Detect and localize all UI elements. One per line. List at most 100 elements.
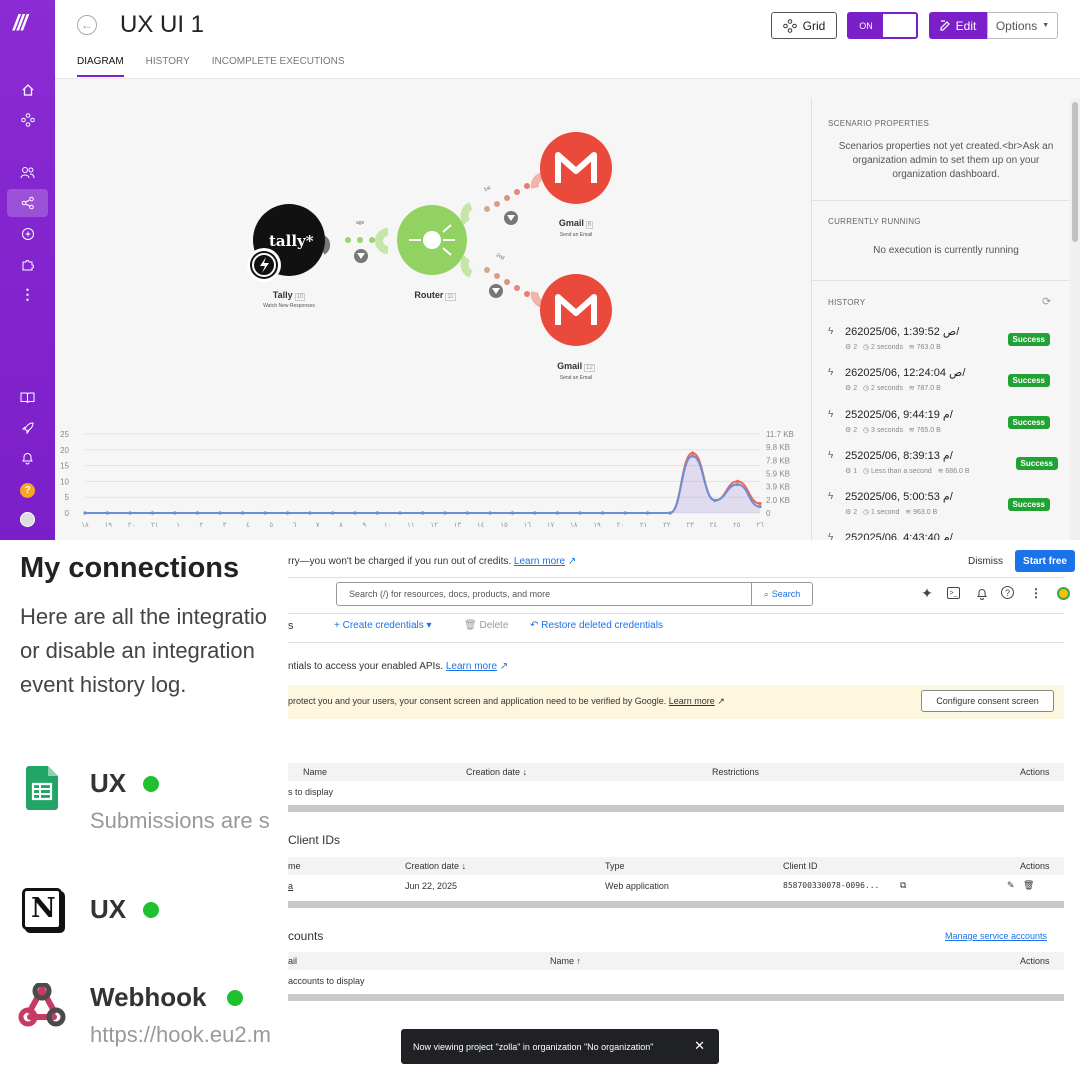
column-header-restrictions[interactable]: Restrictions: [712, 767, 759, 777]
chart-x-tick-label: ١٨: [570, 521, 578, 529]
copy-icon[interactable]: ⧉: [900, 880, 906, 891]
history-row[interactable]: ϟ 25م 9:44:19 ,2025/06/ ⚙ 2 ◷ 3 seconds …: [828, 408, 1060, 448]
notion-icon: N: [22, 888, 62, 930]
bell-icon[interactable]: [7, 444, 48, 472]
trigger-icon: ϟ: [828, 367, 834, 378]
panel-scrollbar[interactable]: [1070, 98, 1080, 540]
history-row[interactable]: ϟ 25م 5:00:53 ,2025/06/ ⚙ 2 ◷ 1 second ≋…: [828, 490, 1060, 530]
history-date: 26ص 12:24:04 ,2025/06/: [845, 367, 966, 379]
table-horizontal-scrollbar[interactable]: [288, 994, 1064, 1001]
scenarios-icon[interactable]: [7, 106, 48, 134]
column-header-creation-date[interactable]: Creation date ↓: [405, 861, 466, 871]
chart-point: [150, 511, 155, 515]
column-header-creation-date[interactable]: Creation date ↓: [466, 767, 527, 777]
avatar[interactable]: [7, 505, 48, 533]
chart-point: [510, 511, 515, 515]
connections-icon[interactable]: [7, 220, 48, 248]
search-input[interactable]: Search (/) for resources, docs, products…: [336, 582, 752, 606]
configure-consent-screen-button[interactable]: Configure consent screen: [921, 690, 1054, 712]
book-icon[interactable]: [7, 383, 48, 411]
create-credentials-button[interactable]: + Create credentials ▾: [334, 620, 432, 631]
column-header-actions: Actions: [1020, 767, 1050, 777]
restore-button[interactable]: ↶ Restore deleted credentials: [530, 620, 663, 631]
more-vert-icon[interactable]: ⋮: [1028, 585, 1044, 601]
chart-point: [735, 482, 740, 487]
search-icon: ⌕: [763, 588, 769, 599]
column-header-client-id[interactable]: Client ID: [783, 861, 818, 871]
grid-button[interactable]: Grid: [771, 12, 837, 39]
column-header-type[interactable]: Type: [605, 861, 625, 871]
back-arrow-icon[interactable]: ←: [77, 15, 97, 35]
cloud-shell-icon[interactable]: >_: [947, 587, 960, 599]
table-horizontal-scrollbar[interactable]: [288, 805, 1064, 812]
edit-button[interactable]: Edit: [929, 12, 987, 39]
chart-point: [128, 511, 132, 515]
history-size: 963.0 B: [913, 509, 938, 516]
chart-point: [465, 511, 470, 515]
column-header-name[interactable]: me: [288, 861, 301, 871]
edit-pencil-icon[interactable]: ✎: [1007, 880, 1015, 891]
help-icon[interactable]: ?: [7, 476, 48, 504]
scrollbar-thumb[interactable]: [1072, 102, 1078, 242]
search-button[interactable]: ⌕ Search: [752, 582, 813, 606]
chart-x-tick-label: ١٥: [500, 521, 508, 529]
history-size: 787.0 B: [916, 385, 941, 392]
banner-learn-more-link[interactable]: Learn more: [514, 556, 565, 567]
close-icon[interactable]: ✕: [694, 1038, 705, 1054]
tab-history[interactable]: HISTORY: [146, 56, 190, 77]
consent-learn-more-link[interactable]: Learn more: [669, 696, 715, 706]
column-header-name[interactable]: Name ↑: [550, 956, 581, 966]
router-module-label[interactable]: Router 11: [405, 290, 465, 301]
gmail-module-2-label[interactable]: Gmail 12: [546, 361, 606, 372]
start-free-button[interactable]: Start free: [1015, 550, 1075, 572]
table-horizontal-scrollbar[interactable]: [288, 901, 1064, 908]
share-icon[interactable]: [7, 189, 48, 217]
puzzle-icon[interactable]: [7, 251, 48, 279]
rocket-icon[interactable]: [7, 414, 48, 442]
chart-y-tick-label: 15: [60, 462, 69, 471]
help-icon[interactable]: ?: [1001, 586, 1014, 599]
intro-learn-more-link[interactable]: Learn more: [446, 661, 497, 672]
manage-service-accounts-link[interactable]: Manage service accounts: [945, 931, 1047, 941]
gmail-module-1-subtitle: Send an Email: [559, 232, 593, 238]
currently-running-title: CURRENTLY RUNNING: [828, 217, 921, 226]
sort-up-icon: ↑: [576, 956, 582, 966]
history-row[interactable]: ϟ 25م 8:39:13 ,2025/06/ ⚙ 1 ◷ Less than …: [828, 449, 1060, 489]
connections-description-line: or disable an integration: [20, 638, 255, 663]
more-icon[interactable]: ⋮: [7, 280, 48, 308]
route-label-age: age: [356, 220, 365, 226]
gmail-module-1-label[interactable]: Gmail 6: [546, 218, 606, 229]
refresh-icon[interactable]: ⟳: [1042, 295, 1051, 308]
notifications-bell-icon[interactable]: [974, 585, 990, 601]
make-logo[interactable]: ///: [13, 10, 27, 36]
service-accounts-section-title: counts: [288, 929, 324, 943]
chart-y-tick-label: 20: [60, 446, 69, 455]
scheduling-toggle[interactable]: ON: [847, 12, 918, 39]
chart-x-tick-label: ١٤: [477, 521, 485, 529]
history-row[interactable]: ϟ 26ص 12:24:04 ,2025/06/ ⚙ 2 ◷ 2 seconds…: [828, 366, 1060, 406]
chart-point: [668, 511, 672, 515]
column-header-name[interactable]: Name: [303, 767, 327, 777]
home-icon[interactable]: [7, 76, 48, 104]
tally-module-label[interactable]: Tally 10: [259, 290, 319, 301]
team-icon[interactable]: [7, 159, 48, 187]
oauth-client-name-link[interactable]: a: [288, 881, 293, 891]
column-header-email[interactable]: ail: [288, 956, 297, 966]
options-dropdown[interactable]: Options ▼: [987, 12, 1058, 39]
divider: [812, 200, 1069, 201]
gemini-spark-icon[interactable]: ✦: [919, 585, 935, 601]
grid-icon: [782, 18, 797, 33]
search-button-label: Search: [771, 589, 801, 599]
chart-point: [488, 511, 492, 515]
dismiss-button[interactable]: Dismiss: [968, 556, 1003, 567]
history-row[interactable]: ϟ 25م 4:43:40 ,2025/06/: [828, 531, 1060, 540]
chart-point: [735, 479, 740, 483]
tab-diagram[interactable]: DIAGRAM: [77, 56, 124, 77]
tab-incomplete-executions[interactable]: INCOMPLETE EXECUTIONS: [212, 56, 345, 77]
delete-button[interactable]: 🗑 Delete: [464, 620, 508, 631]
delete-trash-icon[interactable]: 🗑: [1023, 880, 1034, 891]
account-avatar[interactable]: [1055, 585, 1071, 601]
webhook-icon: [18, 981, 66, 1032]
status-badge: Success: [1007, 374, 1050, 387]
history-row[interactable]: ϟ 26ص 1:39:52 ,2025/06/ ⚙ 2 ◷ 2 seconds …: [828, 325, 1060, 365]
